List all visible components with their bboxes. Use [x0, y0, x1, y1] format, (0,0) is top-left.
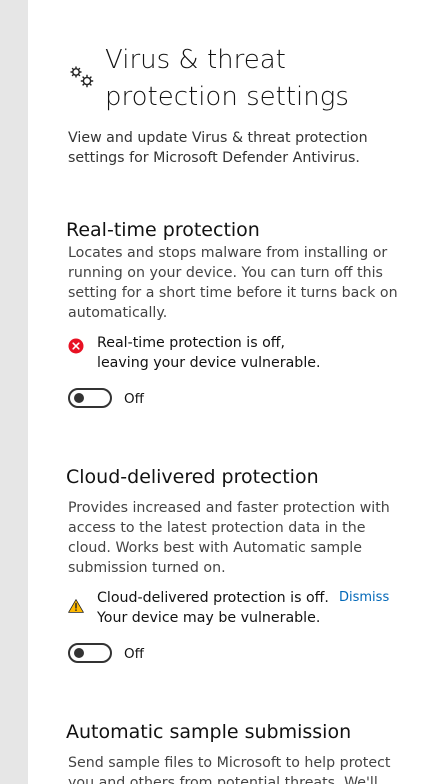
realtime-alert-text: Real-time protection is off, leaving you… [97, 335, 321, 371]
sample-submission-description: Send sample files to Microsoft to help p… [68, 755, 391, 784]
realtime-protection-title: Real-time protection [66, 219, 260, 241]
cloud-protection-toggle[interactable] [68, 643, 112, 663]
cloud-protection-toggle-row: Off [68, 643, 208, 665]
dismiss-link[interactable]: Dismiss [339, 588, 389, 608]
cloud-alert-text: Cloud-delivered protection is off. Your … [97, 590, 329, 626]
realtime-toggle-state: Off [124, 391, 144, 407]
warning-icon [68, 599, 84, 613]
cloud-protection-description: Provides increased and faster protection… [68, 500, 390, 576]
toggle-knob [74, 648, 84, 658]
realtime-protection-toggle-row: Off [68, 388, 208, 410]
cloud-protection-title: Cloud-delivered protection [66, 466, 319, 488]
cloud-toggle-state: Off [124, 646, 144, 662]
settings-page: Virus & threat protection settings View … [28, 0, 440, 784]
toggle-knob [74, 393, 84, 403]
gears-icon [70, 66, 94, 88]
realtime-protection-toggle[interactable] [68, 388, 112, 408]
page-title: Virus & threat protection settings [105, 45, 349, 112]
navigation-rail [0, 0, 28, 784]
page-intro: View and update Virus & threat protectio… [68, 130, 368, 166]
sample-submission-title: Automatic sample submission [66, 721, 352, 743]
realtime-protection-description: Locates and stops malware from installin… [68, 245, 398, 321]
error-icon [68, 338, 84, 354]
